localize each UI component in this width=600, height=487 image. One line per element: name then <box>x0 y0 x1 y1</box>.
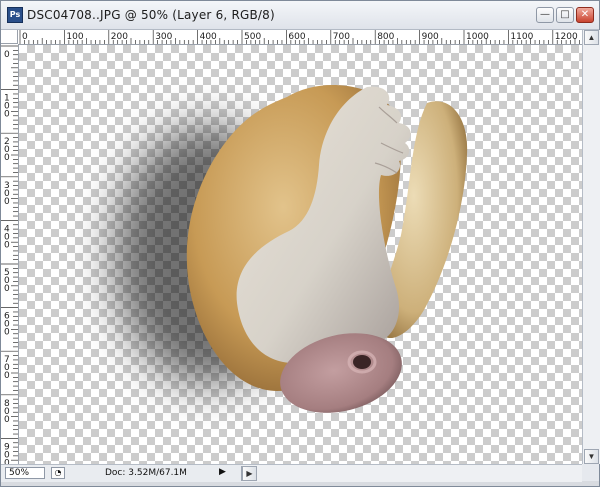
ruler-label: 700 <box>333 32 350 42</box>
ruler-label: 300 <box>155 32 172 42</box>
ruler-label-digit: 0 <box>4 153 10 163</box>
image-canvas[interactable] <box>19 45 582 464</box>
window-title: DSC04708..JPG @ 50% (Layer 6, RGB/8) <box>27 8 275 22</box>
ruler-label: 0 <box>4 50 10 60</box>
zoom-level-field[interactable]: 50% <box>5 467 45 479</box>
ruler-label: 100 <box>66 32 83 42</box>
ruler-label-digit: 0 <box>4 371 10 381</box>
ruler-label: 200 <box>111 32 128 42</box>
status-menu-arrow[interactable]: ▶ <box>219 467 226 477</box>
ruler-label: 900 <box>4 442 10 464</box>
ruler-label: 0 <box>22 32 28 42</box>
ruler-label: 500 <box>4 268 10 294</box>
ruler-origin[interactable] <box>1 30 18 44</box>
horizontal-scrollbar[interactable]: ◀ ▶ <box>241 464 582 482</box>
status-info-icon[interactable]: ◔ <box>51 467 65 479</box>
horizontal-ruler[interactable]: 0 100 200 300 400 500 600 700 800 900 1000 1100 1200 <box>18 30 582 45</box>
resize-grip[interactable] <box>582 464 599 481</box>
ruler-label: 200 <box>4 137 10 163</box>
ruler-label-digit: 0 <box>4 197 10 207</box>
ruler-label-digit: 0 <box>4 284 10 294</box>
ruler-label: 600 <box>4 312 10 338</box>
maximize-button[interactable]: □ <box>556 7 574 23</box>
ruler-label: 400 <box>4 224 10 250</box>
scroll-right-button[interactable]: ▶ <box>242 466 257 481</box>
scroll-down-button[interactable]: ▼ <box>584 449 599 464</box>
ruler-label: 100 <box>4 94 10 120</box>
ruler-label: 600 <box>288 32 305 42</box>
ruler-label: 700 <box>4 355 10 381</box>
ruler-label: 500 <box>244 32 261 42</box>
ruler-label: 400 <box>200 32 217 42</box>
document-size-info: Doc: 3.52M/67.1M <box>105 468 187 478</box>
photoshop-icon[interactable]: Ps <box>7 7 23 23</box>
document-window: Ps DSC04708..JPG @ 50% (Layer 6, RGB/8) … <box>0 0 600 487</box>
sandwich-foot-image <box>114 84 468 413</box>
close-button[interactable]: ✕ <box>576 7 594 23</box>
ruler-label: 1000 <box>466 32 489 42</box>
vertical-ruler[interactable]: 0100200300400500600700800900 <box>1 44 19 464</box>
vertical-ruler-ticks: 0100200300400500600700800900 <box>1 45 18 464</box>
status-bar: 50% ◔ Doc: 3.52M/67.1M ▶ <box>1 464 241 482</box>
ham-bone-hole <box>353 355 371 369</box>
vertical-scrollbar[interactable]: ▲ ▼ <box>582 30 600 464</box>
ruler-label-digit: 0 <box>4 50 10 60</box>
ruler-label: 1100 <box>510 32 533 42</box>
title-bar[interactable]: Ps DSC04708..JPG @ 50% (Layer 6, RGB/8) … <box>1 1 599 30</box>
ruler-label-digit: 0 <box>4 415 10 425</box>
ruler-label-digit: 0 <box>4 240 10 250</box>
scroll-up-button[interactable]: ▲ <box>584 30 599 45</box>
ruler-label: 800 <box>4 399 10 425</box>
ruler-label: 800 <box>377 32 394 42</box>
horizontal-ruler-ticks: 0 100 200 300 400 500 600 700 800 900 1000 1100 1200 <box>19 30 580 44</box>
minimize-button[interactable]: — <box>536 7 554 23</box>
ruler-label-digit: 0 <box>4 328 10 338</box>
ruler-label: 300 <box>4 181 10 207</box>
ruler-label-digit: 0 <box>4 110 10 120</box>
ruler-label: 900 <box>422 32 439 42</box>
ruler-label: 1200 <box>555 32 578 42</box>
